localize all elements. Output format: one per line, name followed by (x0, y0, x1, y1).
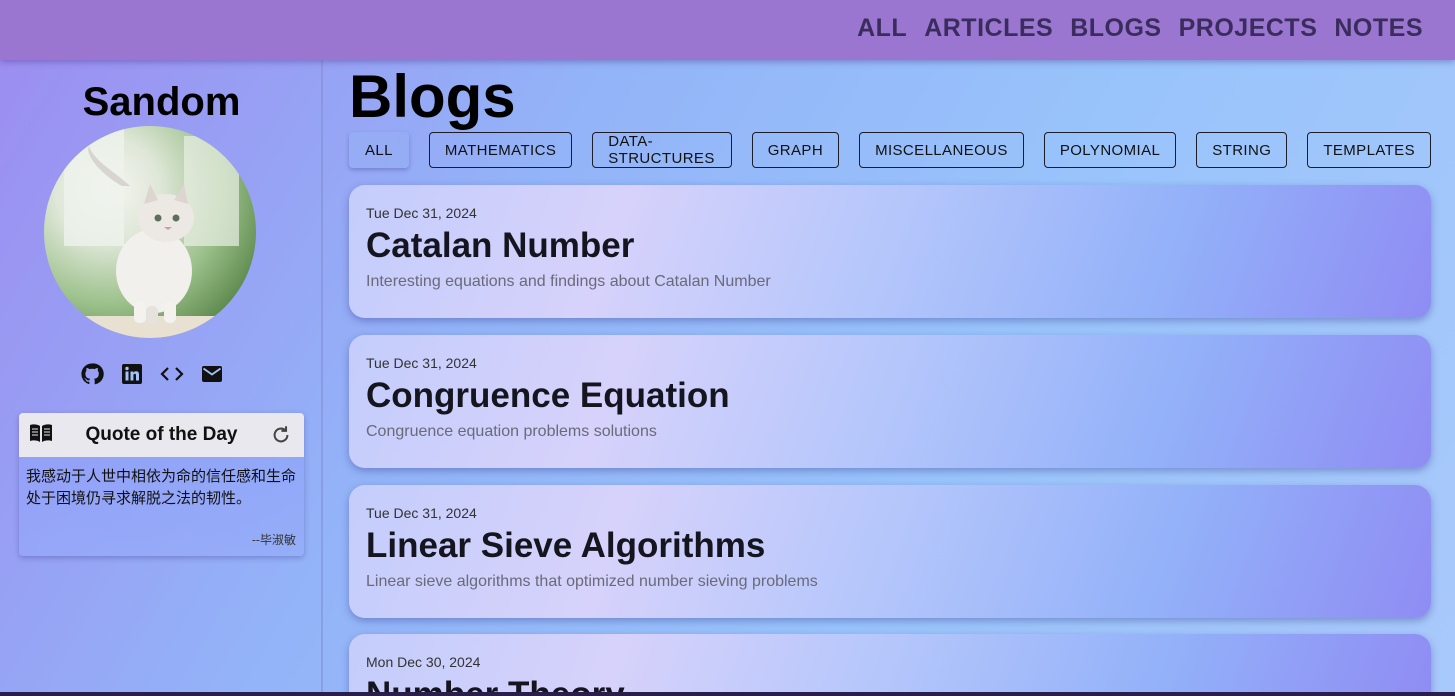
filter-string[interactable]: STRING (1196, 132, 1288, 168)
post-date: Mon Dec 30, 2024 (366, 654, 481, 670)
refresh-icon[interactable] (270, 424, 292, 451)
filter-mathematics[interactable]: MATHEMATICS (428, 132, 573, 168)
post-date: Tue Dec 31, 2024 (366, 355, 477, 371)
post-description: Interesting equations and findings about… (366, 273, 771, 290)
post-title: Linear Sieve Algorithms (366, 526, 766, 565)
filter-templates[interactable]: TEMPLATES (1307, 132, 1431, 168)
post-date: Tue Dec 31, 2024 (366, 205, 477, 221)
top-nav: ALL ARTICLES BLOGS PROJECTS NOTES (857, 12, 1423, 44)
post-description: Congruence equation problems solutions (366, 423, 657, 440)
nav-notes[interactable]: NOTES (1334, 12, 1423, 44)
filter-data-structures[interactable]: DATA-STRUCTURES (592, 132, 732, 168)
linkedin-icon[interactable] (120, 362, 144, 386)
post-description: Linear sieve algorithms that optimized n… (366, 573, 818, 590)
window-bottom-edge (0, 692, 1455, 696)
code-icon[interactable] (160, 362, 184, 386)
mail-icon[interactable] (200, 362, 224, 386)
cat-avatar-icon (44, 126, 256, 338)
quote-author: --毕淑敏 (251, 533, 296, 547)
page-title: Blogs (349, 63, 516, 130)
quote-header: Quote of the Day (19, 413, 304, 457)
main-content: Blogs ALL MATHEMATICS DATA-STRUCTURES GR… (349, 60, 1431, 696)
top-bar: ALL ARTICLES BLOGS PROJECTS NOTES (0, 0, 1455, 60)
filter-graph[interactable]: GRAPH (751, 132, 840, 168)
post-date: Tue Dec 31, 2024 (366, 505, 477, 521)
book-icon (29, 423, 53, 448)
nav-projects[interactable]: PROJECTS (1179, 12, 1318, 44)
quote-card: Quote of the Day 我感动于人世中相依为命的信任感和生命处于困境仍… (19, 413, 304, 556)
post-card[interactable]: Tue Dec 31, 2024 Catalan Number Interest… (349, 185, 1431, 318)
nav-articles[interactable]: ARTICLES (924, 12, 1053, 44)
nav-all[interactable]: ALL (857, 12, 907, 44)
post-card[interactable]: Tue Dec 31, 2024 Congruence Equation Con… (349, 335, 1431, 468)
sidebar: Sandom Quote of the Day 我感动于人世中相依为命的信任感和… (0, 60, 323, 696)
filter-all[interactable]: ALL (349, 132, 409, 168)
github-icon[interactable] (80, 362, 104, 386)
brand-name: Sandom (82, 80, 241, 124)
filter-chips: ALL MATHEMATICS DATA-STRUCTURES GRAPH MI… (349, 132, 1431, 168)
quote-title: Quote of the Day (85, 424, 238, 445)
filter-miscellaneous[interactable]: MISCELLANEOUS (859, 132, 1024, 168)
social-links (80, 362, 224, 386)
post-card[interactable]: Mon Dec 30, 2024 Number Theory (349, 634, 1431, 696)
post-title: Catalan Number (366, 226, 635, 265)
post-title: Congruence Equation (366, 376, 730, 415)
filter-polynomial[interactable]: POLYNOMIAL (1043, 132, 1177, 168)
quote-text: 我感动于人世中相依为命的信任感和生命处于困境仍寻求解脱之法的韧性。 (26, 467, 297, 507)
nav-blogs[interactable]: BLOGS (1070, 12, 1161, 44)
post-card[interactable]: Tue Dec 31, 2024 Linear Sieve Algorithms… (349, 485, 1431, 618)
